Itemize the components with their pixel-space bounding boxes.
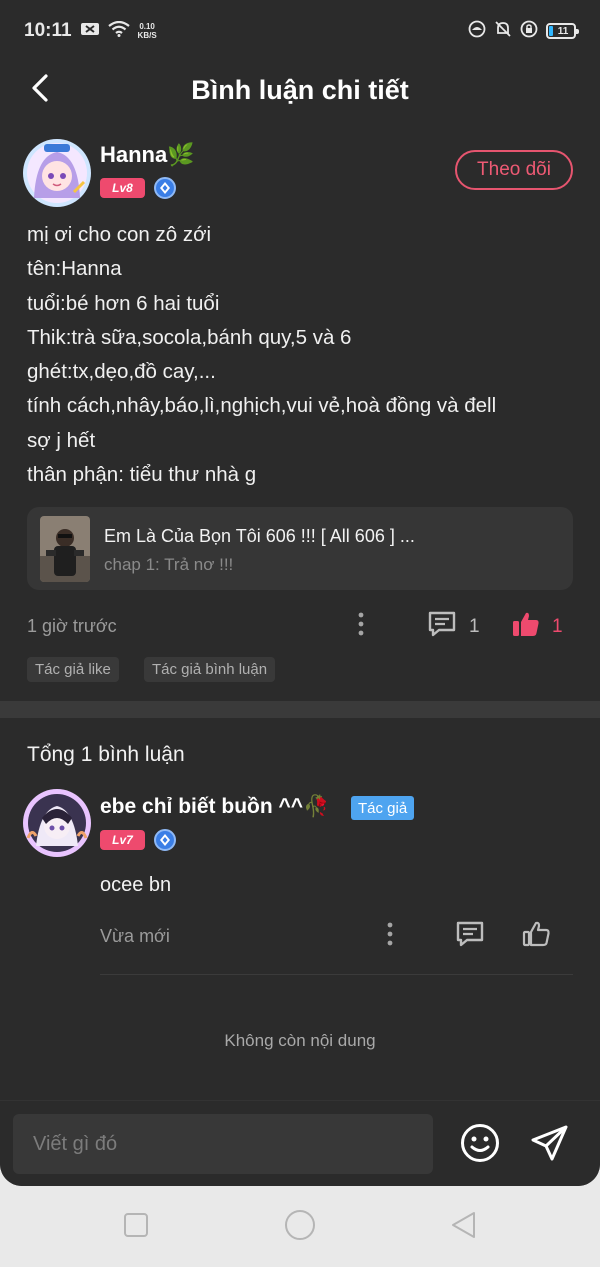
end-of-content: Không còn nội dung [224,1031,376,1050]
reply-more-button[interactable] [380,921,400,951]
nav-back-button[interactable] [446,1210,480,1244]
content-line: Thik:trà sữa,socola,bánh quy,5 và 6 [27,325,352,349]
comment-count: 1 [469,616,480,637]
notification-off-icon [494,20,512,43]
diamond-icon [154,177,176,199]
home-button[interactable] [283,1209,317,1246]
tag-author-like: Tác giả like [27,657,119,682]
comment-detail-screen: 10:11 0.10 KB/S 11 Bình luận chi tiết Ha… [0,0,600,1186]
thumbs-up-icon [522,920,550,954]
comment-input[interactable] [13,1114,433,1174]
author-name[interactable]: Hanna🌿 [100,142,195,168]
smiley-icon [459,1124,501,1168]
story-chapter: chap 1: Trả nơ !!! [104,555,234,574]
thumbs-up-filled-icon [512,610,540,644]
total-comments: Tổng 1 bình luận [27,743,185,766]
page-title: Bình luận chi tiết [191,74,409,105]
lock-rotation-icon [520,20,538,43]
like-count: 1 [552,616,563,637]
reply-author-name[interactable]: ebe chỉ biết buồn ^^🥀 [100,795,329,819]
content-line: mị ơi cho con zô zới [27,223,212,246]
post-time: 1 giờ trước [27,616,117,636]
reply-like-button[interactable] [522,920,550,954]
circle-icon [284,1209,316,1246]
reply-text: ocee bn [100,874,172,896]
diamond-icon [154,829,176,851]
story-title: Em Là Của Bọn Tôi 606 !!! [ All 606 ] ..… [104,526,415,546]
square-icon [123,1212,149,1243]
status-bar: 10:11 0.10 KB/S 11 [0,0,600,62]
reply-separator [100,974,573,975]
system-nav-bar [0,1186,600,1267]
content-line: thân phận: tiểu thư nhà g [27,463,257,487]
send-button[interactable] [529,1122,571,1164]
story-thumbnail [40,516,90,582]
follow-button[interactable]: Theo dõi [455,150,573,190]
author-avatar[interactable] [22,138,92,208]
content-line: tuổi:bé hơn 6 hai tuổi [27,291,220,315]
story-reference-card[interactable]: Em Là Của Bọn Tôi 606 !!! [ All 606 ] ..… [27,507,573,590]
post-more-button[interactable] [351,611,371,641]
comment-icon [455,920,485,954]
back-button[interactable] [22,70,58,110]
post-comment-button[interactable]: 1 [427,610,480,644]
emoji-button[interactable] [459,1122,501,1164]
reply-author-avatar[interactable] [22,788,92,858]
post-content: mị ơi cho con zô zới tên:Hanna tuổi:bé hơn… [27,218,577,492]
recents-button[interactable] [119,1210,153,1244]
level-badge: Lv8 [100,178,145,198]
status-time: 10:11 [24,20,72,41]
section-divider [0,701,600,718]
mute-icon [80,21,100,42]
battery-icon: 11 [546,23,579,39]
post-like-button[interactable]: 1 [512,610,563,644]
content-line: sợ j hết [27,428,96,452]
wifi-icon [107,20,130,42]
reply-time: Vừa mới [100,926,170,946]
reply-comment-button[interactable] [455,920,485,954]
triangle-back-icon [449,1210,477,1245]
content-line: ghét:tx,dẹo,đồ cay,... [27,360,216,384]
comment-input-bar [0,1100,600,1186]
comment-icon [427,610,457,644]
app-header: Bình luận chi tiết [0,62,600,118]
content-line: tên:Hanna [27,257,122,281]
tag-author-comment: Tác giả bình luận [144,657,276,682]
vertical-dots-icon [387,922,393,951]
send-icon [529,1125,571,1168]
vertical-dots-icon [358,612,364,641]
network-speed: 0.10 KB/S [137,22,157,40]
status-app-icon [468,20,486,43]
content-line: tính cách,nhây,báo,lì,nghịch,vui vẻ,hoà … [27,394,497,418]
chevron-left-icon [31,73,49,107]
author-role-tag: Tác giả [351,796,415,820]
reply-level-badge: Lv7 [100,830,145,850]
